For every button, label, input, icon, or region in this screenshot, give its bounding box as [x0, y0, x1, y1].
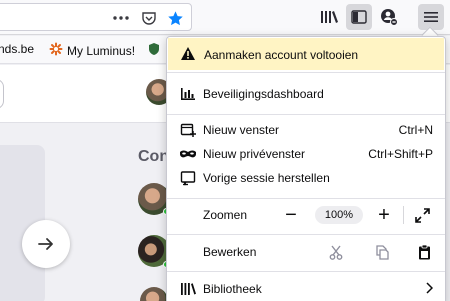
copy-icon[interactable] [371, 242, 393, 262]
zoom-out-button[interactable]: − [279, 203, 303, 227]
notice-label: Aanmaken account voltooien [204, 48, 359, 62]
private-mask-icon [179, 146, 197, 162]
sidebar-icon[interactable] [346, 4, 372, 30]
library-icon[interactable] [316, 4, 342, 30]
restore-session-icon [179, 170, 197, 186]
menu-separator [167, 198, 445, 199]
bookmark-label: My Luminus! [67, 43, 136, 58]
private-window-shortcut: Ctrl+Shift+P [368, 147, 433, 161]
app-menu-button[interactable] [418, 4, 444, 30]
edit-row: Bewerken [167, 240, 445, 264]
app-menu-panel: Aanmaken account voltooien Beveiligingsd… [166, 36, 446, 301]
warning-icon [180, 46, 196, 64]
bookmark-item[interactable] [147, 42, 161, 59]
zoom-in-button[interactable]: + [372, 203, 396, 227]
pocket-icon[interactable] [137, 6, 161, 30]
bookmark-item[interactable]: nds.be [0, 42, 34, 56]
fullscreen-icon[interactable] [411, 205, 433, 225]
zoom-divider [403, 206, 404, 224]
new-window-icon [179, 122, 197, 138]
zoom-row: Zoomen − 100% + [167, 203, 445, 227]
luminus-favicon-icon [49, 42, 63, 59]
new-window-shortcut: Ctrl+N [398, 123, 433, 137]
chevron-right-icon [425, 282, 434, 297]
new-window-label: Nieuw venster [203, 123, 280, 137]
bookmark-star-icon[interactable] [163, 6, 187, 30]
library-label: Bibliotheek [203, 282, 262, 296]
menu-separator [167, 72, 445, 73]
private-window-label: Nieuw privévenster [203, 147, 306, 161]
zoom-reset-button[interactable]: 100% [315, 206, 363, 224]
menu-separator [167, 234, 445, 235]
bookmark-item[interactable]: My Luminus! [49, 42, 135, 59]
security-dashboard-label: Beveiligingsdashboard [203, 87, 324, 101]
bar-chart-icon [179, 86, 197, 102]
menu-separator [167, 271, 445, 272]
shield-favicon-icon [147, 42, 161, 59]
security-dashboard-item[interactable]: Beveiligingsdashboard [167, 82, 445, 106]
account-icon[interactable] [376, 4, 402, 30]
bookmark-label: nds.be [0, 42, 35, 56]
new-window-item[interactable]: Nieuw venster Ctrl+N [167, 118, 445, 142]
restore-session-item[interactable]: Vorige sessie herstellen [167, 166, 445, 190]
url-bar[interactable] [0, 3, 192, 31]
account-notice[interactable]: Aanmaken account voltooien [168, 38, 444, 70]
restore-session-label: Vorige sessie herstellen [203, 171, 330, 185]
library-item[interactable]: Bibliotheek [167, 277, 445, 301]
header-search-edge [0, 79, 4, 109]
library-icon [179, 281, 197, 297]
paste-icon[interactable] [413, 242, 435, 262]
private-window-item[interactable]: Nieuw privévenster Ctrl+Shift+P [167, 142, 445, 166]
zoom-label: Zoomen [203, 208, 248, 222]
contacts-heading: Con [138, 148, 170, 165]
menu-separator [167, 114, 445, 115]
nav-toolbar [0, 0, 450, 35]
contact-avatar[interactable] [140, 287, 168, 301]
next-arrow-button[interactable] [22, 220, 70, 268]
edit-label: Bewerken [203, 245, 257, 259]
page-actions-icon[interactable] [109, 6, 133, 30]
scissors-icon[interactable] [325, 242, 347, 262]
